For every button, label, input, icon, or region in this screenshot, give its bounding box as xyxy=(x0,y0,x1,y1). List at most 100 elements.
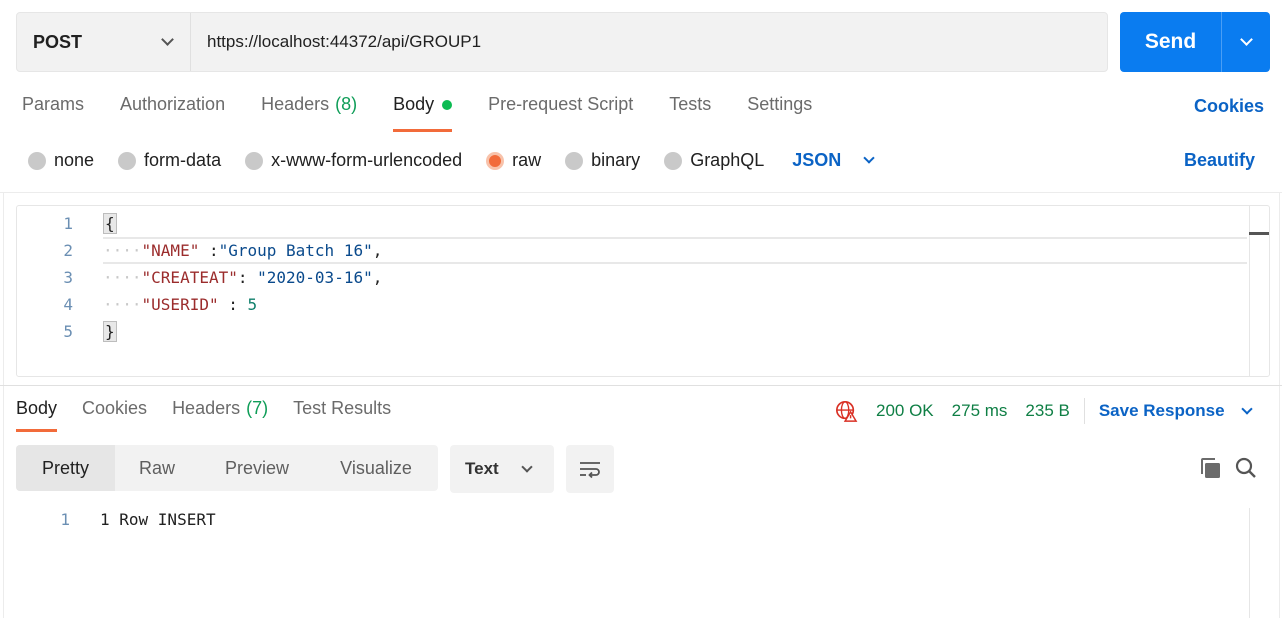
json-comma: , xyxy=(372,268,383,287)
code-area[interactable]: { ····"NAME" :"Group Batch 16", ····"CRE… xyxy=(103,210,1247,345)
chevron-down-icon xyxy=(161,33,174,46)
scrollbar-thumb[interactable] xyxy=(1249,232,1269,235)
cookies-link[interactable]: Cookies xyxy=(1194,96,1264,117)
radio-label: none xyxy=(54,150,95,170)
save-response-label: Save Response xyxy=(1098,401,1225,420)
response-scrollbar[interactable] xyxy=(1249,508,1250,618)
radio-raw[interactable]: raw xyxy=(486,150,541,171)
radio-form-data[interactable]: form-data xyxy=(118,150,221,171)
radio-label: x-www-form-urlencoded xyxy=(271,150,463,170)
wrap-lines-icon xyxy=(580,462,600,479)
response-text: 1 Row INSERT xyxy=(100,510,216,529)
json-string-value: "2020-03-16" xyxy=(257,268,373,287)
radio-none[interactable]: none xyxy=(28,150,94,171)
headers-count: (8) xyxy=(335,94,358,114)
divider xyxy=(0,385,1282,386)
code-line: } xyxy=(103,318,1247,345)
request-body-editor[interactable]: 1 2 3 4 5 { ····"NAME" :"Group Batch 16"… xyxy=(16,205,1270,377)
send-options-button[interactable] xyxy=(1222,12,1270,72)
send-button[interactable]: Send xyxy=(1120,12,1222,72)
tab-label: Body xyxy=(16,398,58,418)
tab-tests[interactable]: Tests xyxy=(669,94,711,132)
response-time[interactable]: 275 ms xyxy=(952,401,1008,421)
view-pretty[interactable]: Pretty xyxy=(16,445,115,491)
tab-pre-request-script[interactable]: Pre-request Script xyxy=(488,94,633,132)
save-response-button[interactable]: Save Response xyxy=(1098,401,1253,421)
json-string-value: "Group Batch 16" xyxy=(218,241,373,260)
radio-label: form-data xyxy=(144,150,222,170)
copy-icon[interactable] xyxy=(1198,456,1222,480)
tab-params[interactable]: Params xyxy=(22,94,84,132)
response-size[interactable]: 235 B xyxy=(1025,401,1069,421)
view-preview[interactable]: Preview xyxy=(199,445,315,491)
tab-body[interactable]: Body xyxy=(393,94,453,132)
search-icon[interactable] xyxy=(1234,456,1258,480)
status-code[interactable]: 200 OK xyxy=(876,401,934,421)
json-comma: , xyxy=(372,241,383,260)
divider xyxy=(1279,192,1280,618)
radio-circle xyxy=(486,151,505,170)
json-separator: : xyxy=(199,241,219,260)
network-globe-icon[interactable] xyxy=(834,400,858,422)
divider xyxy=(1083,398,1085,424)
tab-label: Params xyxy=(22,94,85,114)
wrap-lines-button[interactable] xyxy=(566,445,614,493)
line-number: 5 xyxy=(63,322,73,341)
headers-count: (7) xyxy=(246,398,269,418)
line-number: 2 xyxy=(63,241,73,260)
method-label: POST xyxy=(33,31,83,52)
language-select[interactable]: JSON xyxy=(792,150,875,171)
line-number: 1 xyxy=(60,510,70,529)
tab-label: Tests xyxy=(669,94,712,114)
response-tab-headers[interactable]: Headers (7) xyxy=(172,398,268,432)
line-number-gutter: 1 2 3 4 5 xyxy=(17,210,77,345)
body-type-radios: none form-data x-www-form-urlencoded raw… xyxy=(28,150,875,171)
editor-scrollbar[interactable] xyxy=(1249,206,1269,376)
send-button-group: Send xyxy=(1120,12,1270,72)
line-number: 3 xyxy=(63,268,73,287)
json-separator: : xyxy=(218,295,248,314)
view-mode-segmented: Pretty Raw Preview Visualize xyxy=(16,445,438,491)
response-tab-cookies[interactable]: Cookies xyxy=(82,398,147,432)
radio-circle xyxy=(565,151,584,170)
radio-circle xyxy=(118,151,137,170)
response-tab-body[interactable]: Body xyxy=(16,398,58,432)
open-brace: { xyxy=(103,213,117,234)
body-active-indicator xyxy=(442,100,453,110)
line-number: 1 xyxy=(63,214,73,233)
tab-label: Authorization xyxy=(120,94,226,114)
beautify-button[interactable]: Beautify xyxy=(1184,150,1255,171)
divider xyxy=(3,192,4,618)
code-line: ····"NAME" :"Group Batch 16", xyxy=(103,237,1247,264)
tab-label: Headers xyxy=(172,398,241,418)
radio-label: raw xyxy=(512,150,542,170)
response-tab-test-results[interactable]: Test Results xyxy=(293,398,391,432)
radio-binary[interactable]: binary xyxy=(565,150,640,171)
code-line: { xyxy=(103,210,1247,237)
tab-label: Headers xyxy=(261,94,330,114)
radio-x-www-form-urlencoded[interactable]: x-www-form-urlencoded xyxy=(245,150,462,171)
format-select[interactable]: Text xyxy=(450,445,554,493)
radio-label: GraphQL xyxy=(690,150,765,170)
response-tabs: Body Cookies Headers (7) Test Results xyxy=(16,398,416,432)
indent-whitespace: ···· xyxy=(103,295,142,314)
view-raw[interactable]: Raw xyxy=(115,445,199,491)
url-input[interactable]: https://localhost:44372/api/GROUP1 xyxy=(191,13,1107,71)
radio-graphql[interactable]: GraphQL xyxy=(664,150,764,171)
tab-settings[interactable]: Settings xyxy=(747,94,812,132)
tab-authorization[interactable]: Authorization xyxy=(120,94,225,132)
tab-label: Body xyxy=(393,94,435,114)
view-visualize[interactable]: Visualize xyxy=(315,445,437,491)
tab-headers[interactable]: Headers (8) xyxy=(261,94,357,132)
request-tabs: Params Authorization Headers (8) Body Pre… xyxy=(22,94,848,132)
response-status-bar: 200 OK 275 ms 235 B Save Response xyxy=(834,398,1253,424)
json-key: "NAME" xyxy=(141,241,200,260)
chevron-down-icon xyxy=(1239,33,1253,46)
indent-whitespace: ···· xyxy=(103,241,142,260)
tab-label: Pre-request Script xyxy=(488,94,634,114)
code-line: ····"USERID" : 5 xyxy=(103,291,1247,318)
radio-label: binary xyxy=(591,150,641,170)
method-select[interactable]: POST xyxy=(17,13,191,71)
request-bar: POST https://localhost:44372/api/GROUP1 xyxy=(16,12,1108,72)
language-label: JSON xyxy=(792,150,842,170)
